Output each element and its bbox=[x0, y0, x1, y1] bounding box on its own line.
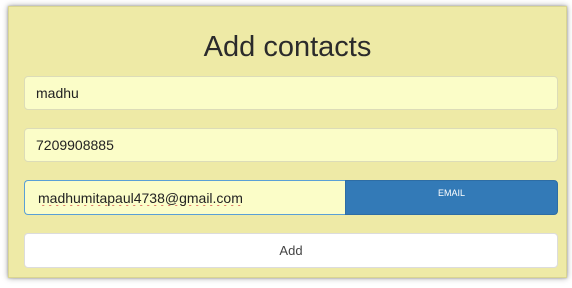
email-input-group: EMAIL bbox=[24, 180, 558, 215]
screenshot-frame: Add contacts EMAIL Add bbox=[0, 0, 572, 288]
page-title: Add contacts bbox=[203, 31, 372, 63]
add-button[interactable]: Add bbox=[24, 233, 558, 268]
add-contacts-panel: Add contacts EMAIL Add bbox=[8, 6, 567, 278]
name-input[interactable] bbox=[24, 76, 558, 110]
email-input[interactable] bbox=[24, 180, 345, 215]
phone-input[interactable] bbox=[24, 128, 558, 162]
email-addon-label: EMAIL bbox=[345, 180, 558, 215]
